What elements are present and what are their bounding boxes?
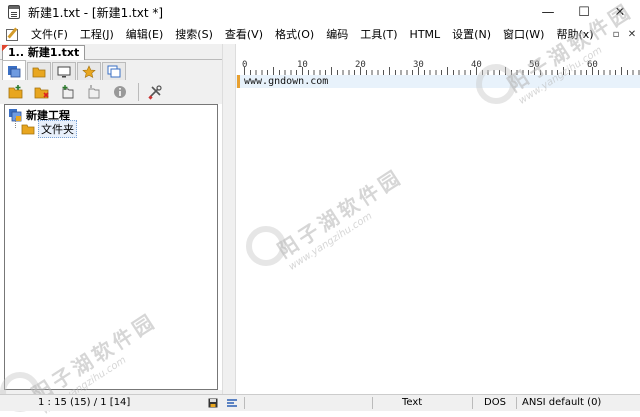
menu-tools[interactable]: 工具(T) bbox=[354, 26, 403, 42]
info-icon bbox=[114, 86, 126, 98]
save-status-icon bbox=[208, 398, 218, 409]
remove-folder-icon bbox=[34, 87, 49, 99]
editor-line[interactable]: www.gndown.com bbox=[244, 75, 328, 88]
status-divider bbox=[472, 397, 473, 409]
ruler: 0 10 20 30 40 50 60 bbox=[236, 60, 640, 75]
status-line-ending[interactable]: DOS bbox=[484, 395, 506, 411]
menu-format[interactable]: 格式(O) bbox=[269, 26, 320, 42]
menu-help[interactable]: 帮助(x) bbox=[550, 26, 599, 42]
info-button[interactable] bbox=[110, 82, 130, 102]
edit-document-icon bbox=[5, 27, 19, 41]
tools-icon bbox=[148, 85, 162, 100]
tab-project[interactable] bbox=[2, 60, 26, 80]
folder-icon bbox=[32, 67, 46, 77]
folder-icon bbox=[21, 124, 35, 135]
project-icon bbox=[8, 65, 21, 77]
tree-item-folder[interactable]: 文件夹 bbox=[21, 120, 77, 138]
toolbar-separator bbox=[138, 83, 139, 101]
ruler-major-ticks bbox=[244, 67, 640, 75]
menu-search[interactable]: 搜索(S) bbox=[169, 26, 219, 42]
document-tab[interactable]: 1.. 新建1.txt bbox=[1, 45, 86, 60]
tab-windows[interactable] bbox=[102, 62, 126, 80]
menu-file[interactable]: 文件(F) bbox=[25, 26, 74, 42]
status-bar: 1 : 15 (15) / 1 [14] Text DOS ANSI defau… bbox=[0, 394, 640, 411]
add-file-icon bbox=[62, 85, 74, 99]
menu-project[interactable]: 工程(J) bbox=[74, 26, 120, 42]
add-file-button[interactable] bbox=[58, 82, 78, 102]
close-doc-icon[interactable]: ✕ bbox=[624, 24, 640, 44]
project-tree[interactable]: 新建工程 文件夹 bbox=[4, 104, 218, 390]
menu-bar: 文件(F) 工程(J) 编辑(E) 搜索(S) 查看(V) 格式(O) 编码 工… bbox=[0, 24, 640, 44]
menu-html[interactable]: HTML bbox=[404, 28, 447, 41]
star-icon bbox=[82, 64, 96, 78]
windows-icon bbox=[107, 65, 121, 77]
tools-button[interactable] bbox=[145, 82, 165, 102]
status-divider bbox=[516, 397, 517, 409]
restore-doc-icon[interactable]: ▫ bbox=[608, 24, 624, 44]
panel-tab-bar bbox=[0, 60, 222, 80]
wrap-mode-icon[interactable] bbox=[226, 398, 238, 409]
menu-edit[interactable]: 编辑(E) bbox=[120, 26, 170, 42]
minimize-button[interactable]: — bbox=[528, 0, 568, 24]
editor-area[interactable]: 0 10 20 30 40 50 60 www.gndown.com bbox=[236, 44, 640, 394]
status-divider bbox=[372, 397, 373, 409]
tree-connector bbox=[15, 118, 16, 128]
menu-view[interactable]: 查看(V) bbox=[219, 26, 269, 42]
tab-favorites[interactable] bbox=[77, 62, 101, 80]
tab-monitor[interactable] bbox=[52, 62, 76, 80]
panel-splitter[interactable] bbox=[222, 44, 236, 394]
status-position: 1 : 15 (15) / 1 [14] bbox=[38, 397, 131, 408]
remove-file-button[interactable] bbox=[84, 82, 104, 102]
project-toolbar bbox=[0, 80, 222, 104]
add-folder-button[interactable] bbox=[6, 82, 26, 102]
tree-folder-label: 文件夹 bbox=[38, 120, 77, 138]
status-divider bbox=[244, 397, 245, 409]
status-file-type[interactable]: Text bbox=[402, 395, 422, 411]
status-encoding[interactable]: ANSI default (0) bbox=[522, 395, 601, 411]
menu-settings[interactable]: 设置(N) bbox=[446, 26, 497, 42]
line-modified-marker bbox=[237, 75, 240, 88]
close-button[interactable]: ✕ bbox=[600, 0, 640, 24]
remove-folder-button[interactable] bbox=[32, 82, 52, 102]
monitor-icon bbox=[57, 66, 71, 77]
remove-file-icon bbox=[88, 85, 100, 99]
add-folder-icon bbox=[8, 85, 23, 99]
app-icon bbox=[8, 5, 20, 19]
document-tab-bar: 1.. 新建1.txt bbox=[0, 44, 222, 60]
menu-window[interactable]: 窗口(W) bbox=[497, 26, 550, 42]
maximize-button[interactable]: ☐ bbox=[564, 0, 604, 24]
window-title: 新建1.txt - [新建1.txt *] bbox=[28, 5, 164, 20]
menu-encoding[interactable]: 编码 bbox=[320, 26, 354, 42]
tab-folder[interactable] bbox=[27, 62, 51, 80]
